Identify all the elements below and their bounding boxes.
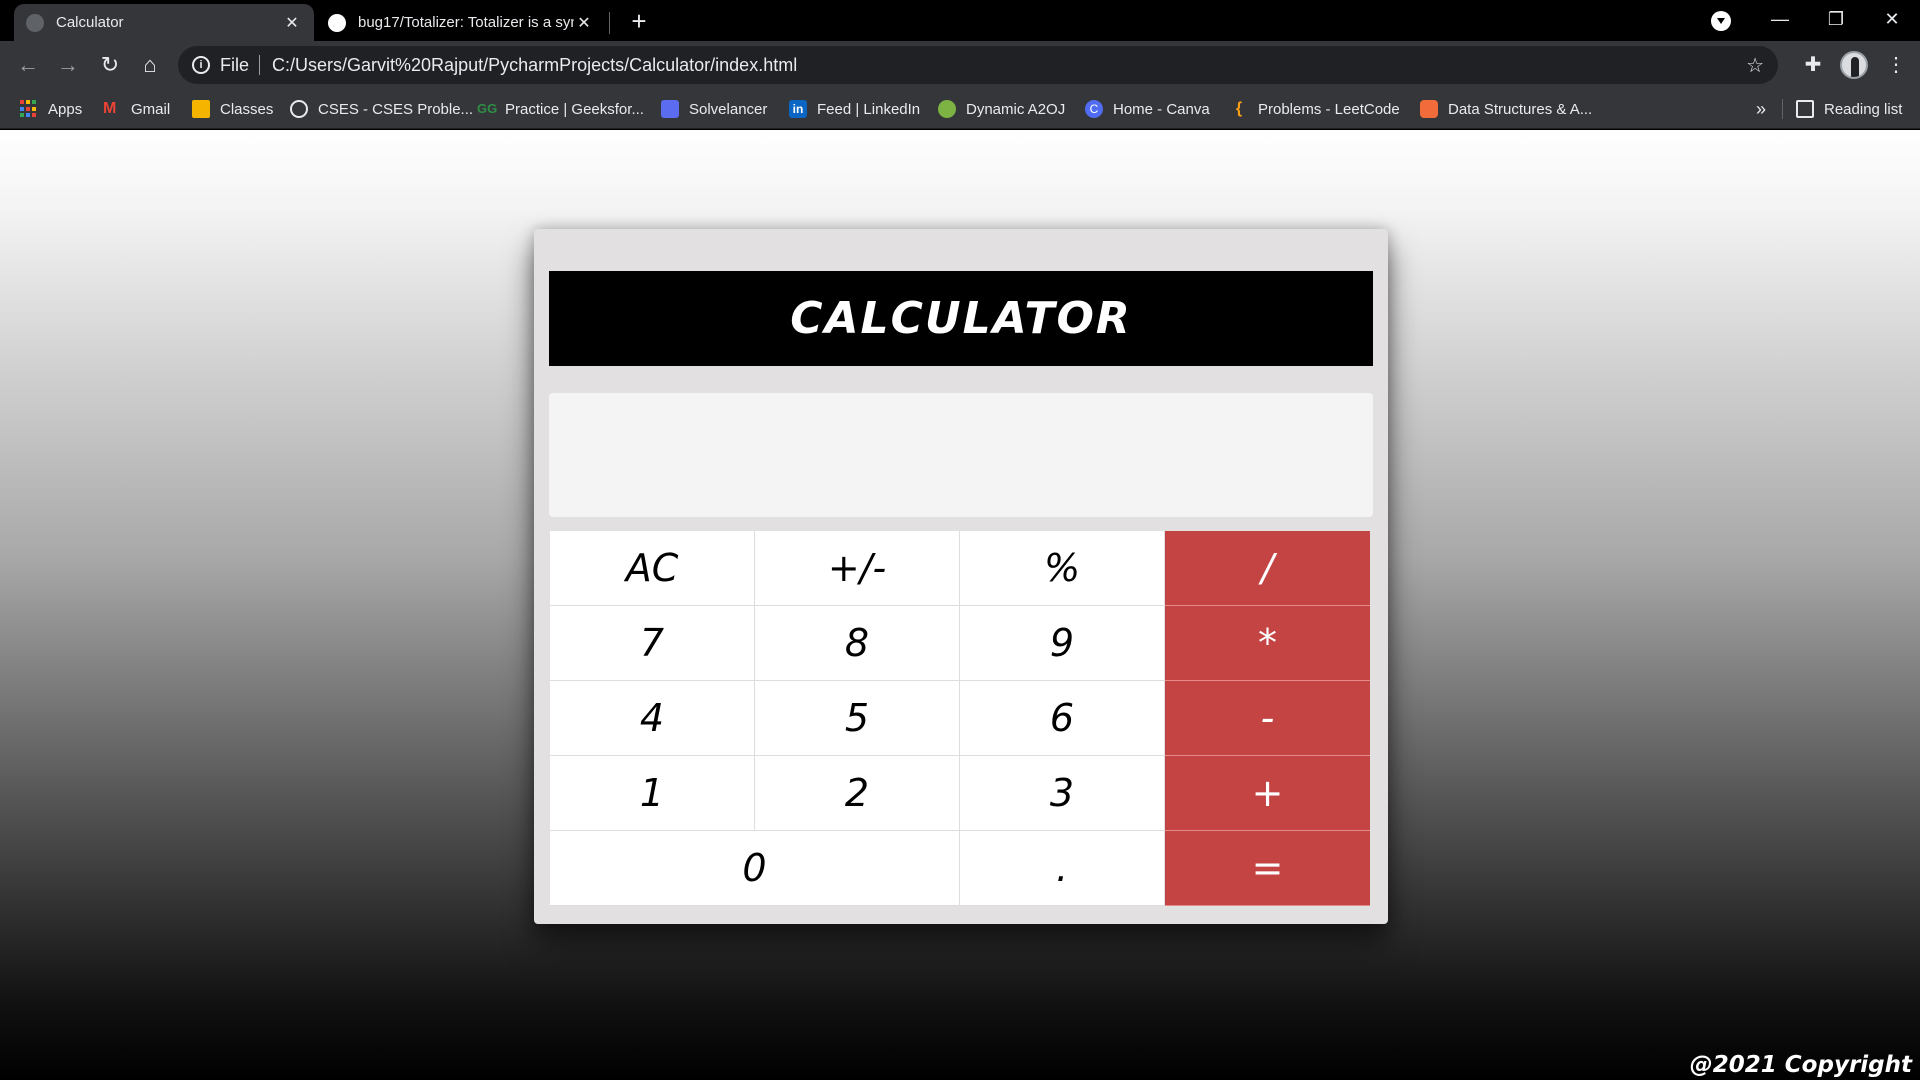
reading-list-label: Reading list [1824,100,1903,118]
key-digit-1-button[interactable]: 1 [550,756,755,831]
more-bookmarks-button[interactable]: » [1756,89,1766,129]
key-digit-5-button[interactable]: 5 [755,681,960,756]
url-scheme: File [220,54,250,75]
solvelancer-icon [661,100,679,118]
bookmark-label: Home - Canva [1113,100,1210,118]
tab-title: Calculator [56,14,124,31]
classroom-icon [192,100,210,118]
bookmark-label: Gmail [131,100,171,118]
info-icon[interactable]: i [192,56,210,74]
key-digit-8-button[interactable]: 8 [755,606,960,681]
bookmark-star-icon[interactable]: ☆ [1746,53,1764,78]
bookmark-leetcode[interactable]: { Problems - LeetCode [1230,89,1400,129]
page-viewport: CALCULATOR AC +/-%/ 7 8 9 * 4 5 6- 1 2 3 +0. = @2021 … [0,130,1920,1080]
globe-icon [290,100,308,118]
bookmark-canva[interactable]: C Home - Canva [1085,89,1210,129]
url-text: C:/Users/Garvit%20Rajput/PycharmProjects… [272,54,798,75]
bookmark-label: Problems - LeetCode [1258,100,1400,118]
key-decimal-button[interactable]: . [960,831,1165,906]
bookmark-label: Classes [220,100,274,118]
copyright-text: @2021 Copyright [1689,1052,1912,1078]
reload-button[interactable]: ↻ [94,49,126,81]
address-bar[interactable]: i File C:/Users/Garvit%20Rajput/PycharmP… [178,46,1778,84]
key-digit-6-button[interactable]: 6 [960,681,1165,756]
bookmark-apps[interactable]: Apps [20,89,82,129]
key-multiply-button[interactable]: * [1165,606,1370,681]
tab-search-icon[interactable] [1711,11,1731,31]
bookmarks-bar: Apps M Gmail Classes CSES - CSES Proble.… [0,89,1920,129]
key-add-button[interactable]: + [1165,756,1370,831]
tab-totalizer[interactable]: bug17/Totalizer: Totalizer is a syn ✕ [316,4,606,41]
browser-toolbar: ← → ↻ ⌂ i File C:/Users/Garvit%20Rajput/… [0,41,1920,89]
tab-strip: Calculator ✕ bug17/Totalizer: Totalizer … [0,0,1920,41]
key-digit-0-button[interactable]: 0 [550,831,960,906]
bookmark-cses[interactable]: CSES - CSES Proble... [290,89,473,129]
leetcode-icon: { [1235,100,1243,117]
gmail-icon: M [103,100,117,117]
key-percent-button[interactable]: % [960,531,1165,606]
bookmark-linkedin[interactable]: in Feed | LinkedIn [789,89,920,129]
bookmark-label: Solvelancer [689,100,768,118]
bookmark-solvelancer[interactable]: Solvelancer [661,89,767,129]
key-digit-2-button[interactable]: 2 [755,756,960,831]
tab-divider [609,12,610,34]
menu-icon[interactable]: ⋮ [1880,49,1912,81]
calculator-title: CALCULATOR [549,271,1373,366]
key-digit-3-button[interactable]: 3 [960,756,1165,831]
bookmark-label: Practice | Geeksfor... [505,100,644,118]
minimize-button[interactable]: — [1752,0,1808,41]
bookmark-label: Feed | LinkedIn [817,100,921,118]
calculator-panel: CALCULATOR AC +/-%/ 7 8 9 * 4 5 6- 1 2 3 +0. = [534,229,1388,924]
key-subtract-button[interactable]: - [1165,681,1370,756]
forward-button[interactable]: → [52,49,84,81]
calculator-display [549,393,1373,517]
key-digit-9-button[interactable]: 9 [960,606,1165,681]
linkedin-icon: in [789,100,807,118]
new-tab-button[interactable]: + [624,6,654,36]
bookmark-gmail[interactable]: M Gmail [103,89,170,129]
avatar[interactable] [1840,51,1868,79]
key-equals-button[interactable]: = [1165,831,1370,906]
tab-calculator[interactable]: Calculator ✕ [14,4,314,41]
github-icon [328,13,346,32]
bookmark-classes[interactable]: Classes [192,89,273,129]
codingninjas-icon [1420,100,1438,118]
tab-title: bug17/Totalizer: Totalizer is a syn [358,14,574,31]
key-digit-7-button[interactable]: 7 [550,606,755,681]
bookmark-label: Dynamic A2OJ [966,100,1066,118]
gfg-icon: GG [477,101,498,116]
bookmark-label: Apps [48,100,83,118]
apps-grid-icon [20,100,38,118]
bookmark-label: Data Structures & A... [1448,100,1593,118]
reading-list-button[interactable]: Reading list [1796,89,1902,129]
reading-list-icon [1796,100,1814,118]
key-clear-button[interactable]: AC [550,531,755,606]
url-divider [259,55,261,75]
extensions-icon[interactable]: ✚ [1797,49,1829,81]
bookmarks-divider [1782,99,1783,119]
key-divide-button[interactable]: / [1165,531,1370,606]
bookmark-geeksforgeeks[interactable]: GG Practice | Geeksfor... [477,89,644,129]
globe-icon [26,13,44,32]
bookmark-label: CSES - CSES Proble... [318,100,474,118]
back-button[interactable]: ← [12,49,44,81]
a2oj-icon [938,100,956,118]
calculator-keypad: AC +/-%/ 7 8 9 * 4 5 6- 1 2 3 +0. = [550,531,1372,906]
window-close-button[interactable]: ✕ [1864,0,1920,41]
canva-icon: C [1085,100,1103,118]
close-icon[interactable]: ✕ [282,13,302,33]
close-icon[interactable]: ✕ [574,13,594,33]
bookmark-data-structures[interactable]: Data Structures & A... [1420,89,1592,129]
key-toggle-sign-button[interactable]: +/- [755,531,960,606]
key-digit-4-button[interactable]: 4 [550,681,755,756]
home-button[interactable]: ⌂ [134,49,166,81]
restore-button[interactable]: ❐ [1808,0,1864,41]
bookmark-a2oj[interactable]: Dynamic A2OJ [938,89,1065,129]
